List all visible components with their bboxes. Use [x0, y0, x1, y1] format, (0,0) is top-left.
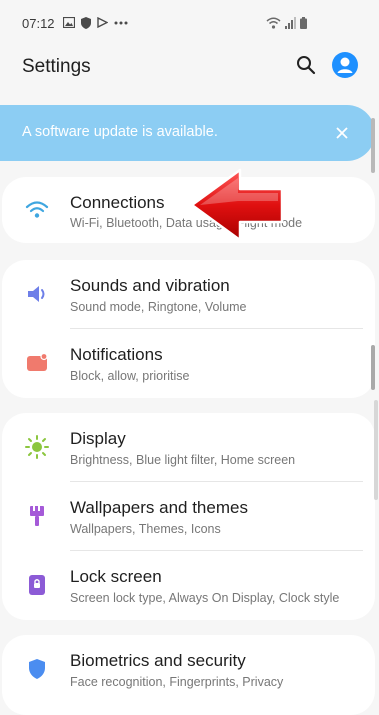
speaker-icon	[28, 286, 45, 302]
close-icon	[336, 127, 348, 139]
lock-icon	[29, 575, 45, 595]
status-time: 07:12	[22, 16, 55, 31]
search-button[interactable]	[295, 54, 317, 76]
arrow-left-icon	[190, 168, 284, 242]
item-title: Connections	[70, 193, 165, 212]
settings-item-sounds-and-vibration[interactable]: Sounds and vibration Sound mode, Rington…	[2, 260, 375, 329]
item-subtitle: Screen lock type, Always On Display, Clo…	[70, 591, 340, 605]
settings-card-sounds: Sounds and vibration Sound mode, Rington…	[2, 260, 375, 398]
settings-item-display[interactable]: Display Brightness, Blue light filter, H…	[2, 413, 375, 482]
settings-card-display: Display Brightness, Blue light filter, H…	[2, 413, 375, 620]
brush-icon	[30, 506, 44, 526]
profile-button[interactable]	[332, 52, 358, 78]
settings-item-biometrics-and-security[interactable]: Biometrics and security Face recognition…	[2, 635, 375, 704]
profile-icon	[332, 52, 358, 78]
item-subtitle: Face recognition, Fingerprints, Privacy	[70, 675, 284, 689]
page-title: Settings	[22, 56, 91, 77]
status-bar: 07:12	[0, 0, 379, 46]
notification-icon	[27, 352, 48, 371]
brightness-icon	[25, 435, 49, 459]
header: Settings	[0, 46, 379, 96]
item-title: Notifications	[70, 345, 163, 364]
item-title: Display	[70, 429, 126, 448]
status-icons-right	[266, 16, 307, 30]
settings-item-wallpapers-and-themes[interactable]: Wallpapers and themes Wallpapers, Themes…	[2, 482, 375, 551]
item-subtitle: Block, allow, prioritise	[70, 369, 190, 383]
item-title: Wallpapers and themes	[70, 498, 248, 517]
item-subtitle: Wallpapers, Themes, Icons	[70, 522, 221, 536]
scrollbar-track	[374, 400, 378, 500]
item-title: Lock screen	[70, 567, 162, 586]
item-title: Sounds and vibration	[70, 276, 230, 295]
item-subtitle: Brightness, Blue light filter, Home scre…	[70, 453, 296, 467]
settings-card-biometrics: Biometrics and security Face recognition…	[2, 635, 375, 715]
banner-text: A software update is available.	[22, 124, 218, 140]
scrollbar-thumb[interactable]	[371, 345, 375, 390]
search-icon	[297, 56, 316, 75]
more-icon	[114, 21, 128, 24]
shield-icon	[29, 659, 45, 679]
wifi-icon	[266, 17, 281, 29]
settings-item-lock-screen[interactable]: Lock screen Screen lock type, Always On …	[2, 551, 375, 620]
item-subtitle: Sound mode, Ringtone, Volume	[70, 300, 247, 314]
signal-icon	[285, 17, 296, 29]
scrollbar-thumb[interactable]	[371, 118, 375, 173]
status-icons-left	[63, 16, 128, 29]
play-icon	[97, 17, 108, 28]
image-icon	[63, 17, 75, 28]
software-update-banner[interactable]: A software update is available.	[0, 105, 375, 161]
shield-icon	[81, 16, 91, 29]
settings-card-connections: Connections Wi-Fi, Bluetooth, Data usage…	[2, 177, 375, 243]
wifi-icon	[25, 201, 49, 218]
battery-icon	[300, 17, 307, 29]
item-title: Biometrics and security	[70, 651, 246, 670]
banner-close-button[interactable]	[333, 124, 351, 142]
settings-item-notifications[interactable]: Notifications Block, allow, prioritise	[2, 329, 375, 398]
settings-item-connections[interactable]: Connections Wi-Fi, Bluetooth, Data usage…	[2, 177, 375, 243]
